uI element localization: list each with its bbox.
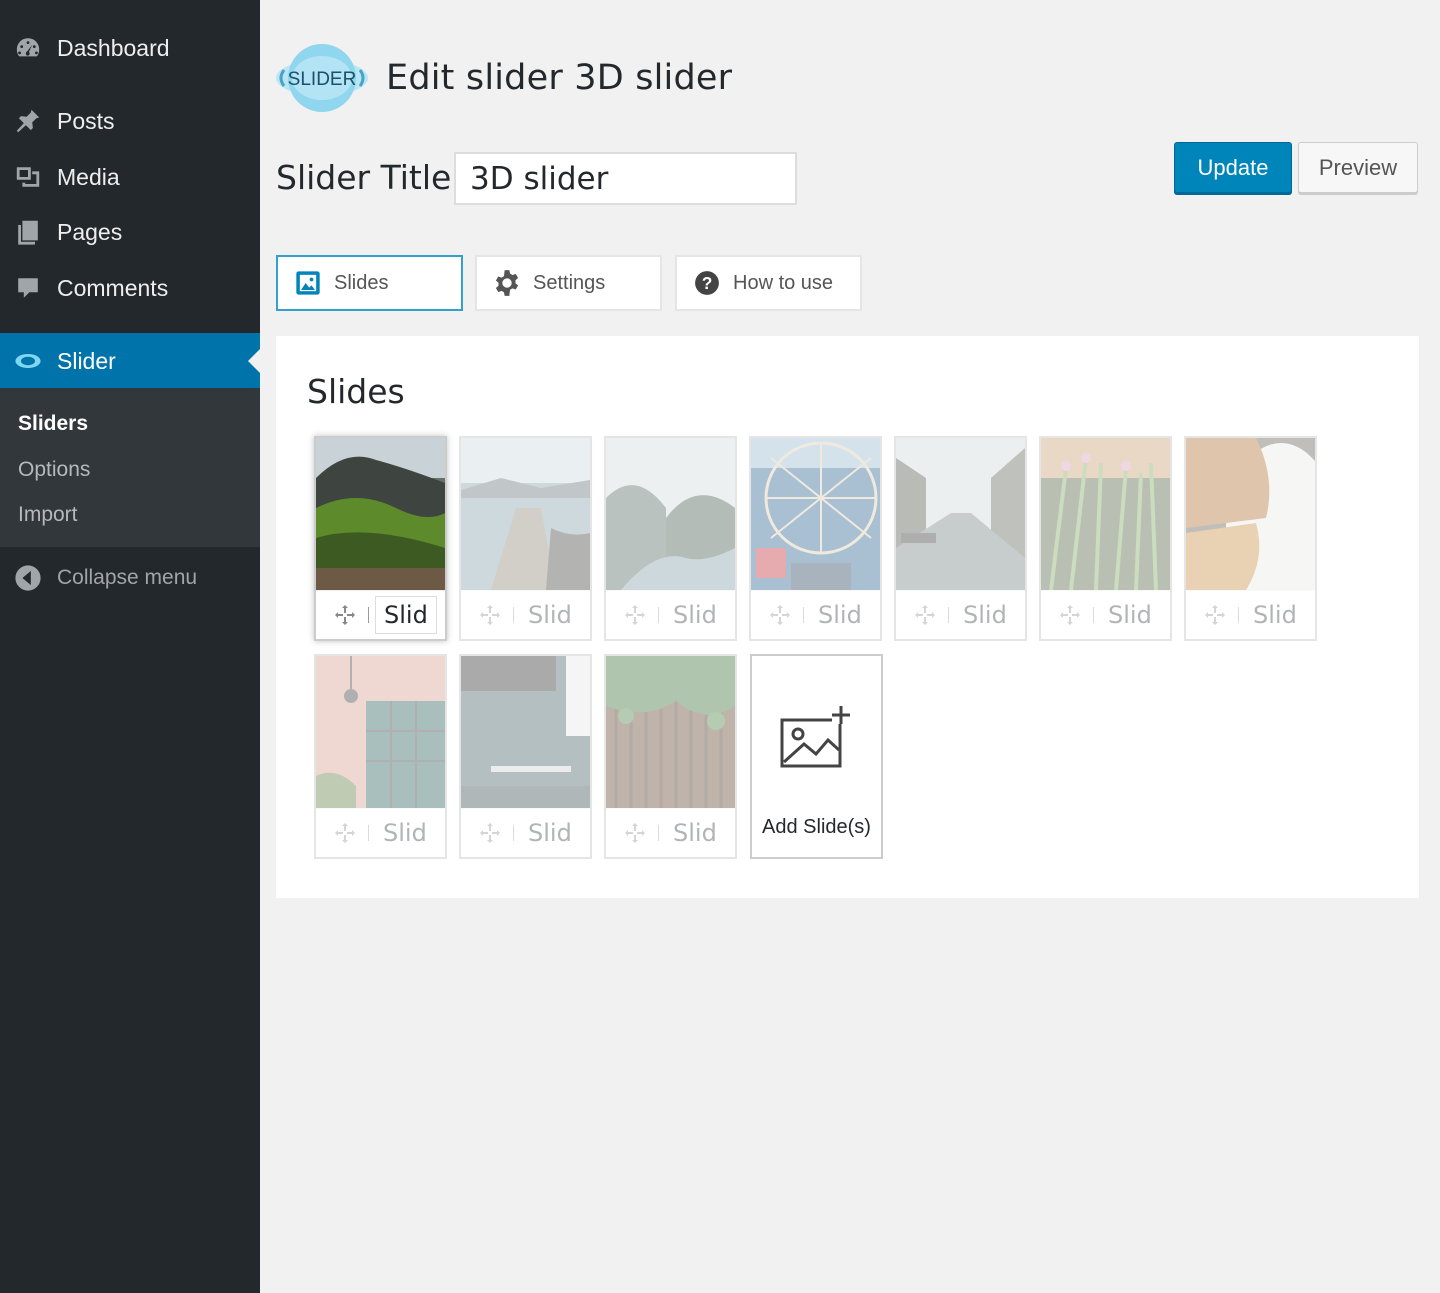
move-icon[interactable] [330, 818, 360, 848]
slide-thumbnail[interactable] [316, 438, 445, 590]
sidebar-item-label: Posts [57, 107, 115, 134]
sidebar-item-pages[interactable]: Pages [0, 206, 260, 258]
update-button[interactable]: Update [1174, 142, 1292, 193]
tab-label: How to use [733, 271, 834, 294]
slide-label[interactable]: Slid [673, 601, 717, 629]
slide-toolbar: Slid [1041, 590, 1170, 639]
slide-thumbnail[interactable] [461, 438, 590, 590]
sidebar-item-comments[interactable]: Comments [0, 262, 260, 314]
slide-label[interactable]: Slid [963, 601, 1007, 629]
submenu-item-options[interactable]: Options [18, 458, 90, 482]
slide-thumbnail[interactable] [316, 656, 445, 808]
slide-label[interactable]: Slid [383, 819, 427, 847]
slide-label[interactable]: Slid [818, 601, 862, 629]
sidebar-item-label: Pages [57, 218, 123, 245]
slide-thumbnail[interactable] [606, 438, 735, 590]
sidebar-item-label: Comments [57, 274, 169, 301]
slide-thumbnail[interactable] [896, 438, 1025, 590]
question-icon: ? [693, 269, 721, 297]
sidebar-item-posts[interactable]: Posts [0, 95, 260, 147]
move-icon[interactable] [910, 600, 940, 630]
slider-logo: SLIDER [276, 42, 368, 114]
slides-panel: Slides Slid Slid Slid Slid Slid Slid Sli… [276, 336, 1419, 898]
panel-title: Slides [307, 372, 405, 411]
slide-item[interactable]: Slid [749, 436, 882, 641]
tab-settings[interactable]: Settings [475, 255, 662, 311]
slide-label[interactable]: Slid [1108, 601, 1152, 629]
slider-submenu: Sliders Options Import [0, 388, 260, 547]
add-image-icon [780, 706, 850, 768]
slider-icon [13, 346, 43, 376]
sidebar-item-media[interactable]: Media [0, 151, 260, 203]
slide-thumbnail[interactable] [1041, 438, 1170, 590]
tab-slides[interactable]: Slides [276, 255, 463, 311]
slide-label[interactable]: Slid [1253, 601, 1297, 629]
tab-how-to-use[interactable]: ? How to use [675, 255, 862, 311]
slide-item[interactable]: Slid [314, 654, 447, 859]
logo-text: SLIDER [288, 69, 357, 90]
sidebar-item-slider[interactable]: Slider [0, 333, 260, 389]
slide-toolbar: Slid [316, 590, 445, 639]
collapse-menu-button[interactable]: Collapse menu [0, 556, 260, 600]
slide-item[interactable]: Slid [604, 436, 737, 641]
add-slide-label: Add Slide(s) [762, 816, 871, 838]
slide-item[interactable]: Slid [604, 654, 737, 859]
slide-toolbar: Slid [461, 590, 590, 639]
slide-item[interactable]: Slid [314, 436, 447, 641]
collapse-label: Collapse menu [57, 566, 198, 589]
sidebar-item-label: Slider [57, 347, 116, 374]
move-icon[interactable] [475, 818, 505, 848]
submenu-item-import[interactable]: Import [18, 503, 78, 527]
slide-toolbar: Slid [1186, 590, 1315, 639]
slide-toolbar: Slid [606, 808, 735, 857]
sidebar-item-label: Media [57, 163, 120, 190]
tab-label: Settings [533, 271, 606, 294]
dashboard-icon [13, 33, 43, 63]
pin-icon [13, 106, 43, 136]
slide-item[interactable]: Slid [459, 436, 592, 641]
move-icon[interactable] [620, 600, 650, 630]
slide-item[interactable]: Slid [1039, 436, 1172, 641]
slide-label[interactable]: Slid [673, 819, 717, 847]
slide-item[interactable]: Slid [1184, 436, 1317, 641]
slider-title-label: Slider Title [276, 158, 452, 197]
sidebar-item-dashboard[interactable]: Dashboard [0, 22, 260, 74]
slide-toolbar: Slid [896, 590, 1025, 639]
slide-thumbnail[interactable] [461, 656, 590, 808]
collapse-icon [13, 563, 43, 593]
slide-thumbnail[interactable] [751, 438, 880, 590]
page-title: Edit slider 3D slider [386, 58, 733, 98]
add-slide-button[interactable]: Add Slide(s) [750, 654, 883, 859]
slide-item[interactable]: Slid [459, 654, 592, 859]
slide-label[interactable]: Slid [375, 596, 437, 634]
svg-text:?: ? [702, 273, 713, 293]
move-icon[interactable] [765, 600, 795, 630]
slide-thumbnail[interactable] [606, 656, 735, 808]
comment-icon [13, 273, 43, 303]
move-icon[interactable] [330, 600, 360, 630]
tab-label: Slides [334, 271, 389, 294]
image-icon [294, 269, 322, 297]
pages-icon [13, 217, 43, 247]
slide-label[interactable]: Slid [528, 601, 572, 629]
gear-icon [493, 269, 521, 297]
admin-sidebar: Dashboard Posts Media Pages Comments Sli… [0, 0, 260, 1293]
slide-label[interactable]: Slid [528, 819, 572, 847]
slide-toolbar: Slid [316, 808, 445, 857]
media-icon [13, 162, 43, 192]
move-icon[interactable] [1200, 600, 1230, 630]
submenu-item-sliders[interactable]: Sliders [18, 412, 88, 436]
slider-title-input[interactable] [454, 152, 797, 205]
move-icon[interactable] [620, 818, 650, 848]
slide-toolbar: Slid [461, 808, 590, 857]
slide-item[interactable]: Slid [894, 436, 1027, 641]
sidebar-item-label: Dashboard [57, 34, 170, 61]
slide-toolbar: Slid [606, 590, 735, 639]
move-icon[interactable] [1055, 600, 1085, 630]
move-icon[interactable] [475, 600, 505, 630]
preview-button[interactable]: Preview [1298, 142, 1418, 193]
current-arrow [248, 349, 260, 373]
slide-toolbar: Slid [751, 590, 880, 639]
slide-thumbnail[interactable] [1186, 438, 1315, 590]
